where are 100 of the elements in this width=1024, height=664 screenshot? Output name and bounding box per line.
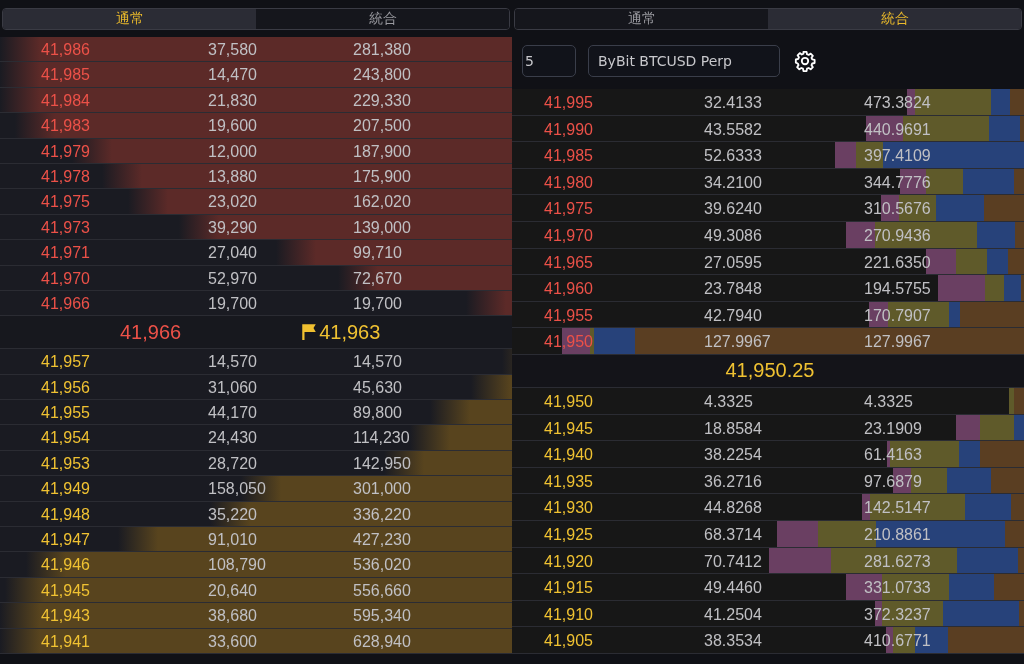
size-cell: 24,430 [208,428,257,448]
price-cell: 41,940 [544,445,593,465]
total-cell: 410.6771 [864,631,931,651]
view-tab[interactable]: 統合 [768,9,1021,29]
size-cell: 38.2254 [704,445,762,465]
price-cell: 41,985 [41,65,90,85]
size-cell: 91,010 [208,530,257,550]
size-cell: 52.6333 [704,146,762,166]
price-cell: 41,905 [544,631,593,651]
exchange-select[interactable]: ByBit BTCUSD Perp [588,45,780,77]
total-cell: 221.6350 [864,252,931,272]
size-cell: 14,470 [208,65,257,85]
price-cell: 41,947 [41,530,90,550]
total-cell: 45,630 [353,377,402,397]
flag-icon [301,323,318,342]
price-cell: 41,970 [41,268,90,288]
price-cell: 41,910 [544,604,593,624]
total-cell: 97.6879 [864,471,922,491]
size-cell: 31,060 [208,377,257,397]
price-cell: 41,957 [41,352,90,372]
size-cell: 68.3714 [704,524,762,544]
size-cell: 38,680 [208,606,257,626]
total-cell: 628,940 [353,631,411,651]
total-cell: 427,230 [353,530,411,550]
size-cell: 44,170 [208,403,257,423]
last-price: 41,966 [120,320,182,344]
size-cell: 13,880 [208,166,257,186]
size-cell: 49.3086 [704,225,762,245]
size-cell: 12,000 [208,141,257,161]
size-cell: 70.7412 [704,551,762,571]
total-cell: 243,800 [353,65,411,85]
size-cell: 36.2716 [704,471,762,491]
price-cell: 41,966 [41,293,90,313]
view-tab[interactable]: 通常 [3,9,256,29]
total-cell: 23.1909 [864,418,922,438]
size-cell: 158,050 [208,479,266,499]
total-cell: 162,020 [353,192,411,212]
price-cell: 41,970 [544,225,593,245]
total-cell: 170.7907 [864,305,931,325]
size-cell: 21,830 [208,90,257,110]
size-cell: 35,220 [208,504,257,524]
size-cell: 108,790 [208,555,266,575]
size-cell: 41.2504 [704,604,762,624]
size-cell: 42.7940 [704,305,762,325]
price-cell: 41,950 [544,391,593,411]
size-cell: 27,040 [208,243,257,263]
size-cell: 127.9967 [704,332,771,352]
size-cell: 27.0595 [704,252,762,272]
total-cell: 336,220 [353,504,411,524]
total-cell: 139,000 [353,217,411,237]
price-cell: 41,990 [544,119,593,139]
price-cell: 41,941 [41,631,90,651]
total-cell: 301,000 [353,479,411,499]
price-cell: 41,945 [544,418,593,438]
total-cell: 536,020 [353,555,411,575]
price-cell: 41,948 [41,504,90,524]
size-cell: 49.4460 [704,578,762,598]
total-cell: 310.5676 [864,199,931,219]
total-cell: 281.6273 [864,551,931,571]
price-cell: 41,960 [544,279,593,299]
price-cell: 41,915 [544,578,593,598]
total-cell: 229,330 [353,90,411,110]
price-cell: 41,956 [41,377,90,397]
size-cell: 38.3534 [704,631,762,651]
total-cell: 595,340 [353,606,411,626]
price-cell: 41,965 [544,252,593,272]
total-cell: 270.9436 [864,225,931,245]
price-cell: 41,946 [41,555,90,575]
total-cell: 4.3325 [864,391,913,411]
total-cell: 187,900 [353,141,411,161]
total-cell: 372.3237 [864,604,931,624]
price-cell: 41,935 [544,471,593,491]
size-cell: 39,290 [208,217,257,237]
total-cell: 556,660 [353,580,411,600]
price-cell: 41,930 [544,498,593,518]
total-cell: 19,700 [353,293,402,313]
price-cell: 41,953 [41,453,90,473]
total-cell: 114,230 [353,428,410,448]
total-cell: 281,380 [353,40,411,59]
price-cell: 41,979 [41,141,90,161]
size-cell: 18.8584 [704,418,762,438]
price-cell: 41,925 [544,524,593,544]
settings-icon[interactable] [794,50,816,72]
price-cell: 41,971 [41,243,90,263]
price-cell: 41,980 [544,172,593,192]
price-cell: 41,986 [41,40,90,59]
total-cell: 194.5755 [864,279,931,299]
size-cell: 43.5582 [704,119,762,139]
total-cell: 210.8861 [864,524,931,544]
price-cell: 41,995 [544,93,593,112]
total-cell: 207,500 [353,116,411,136]
total-cell: 473.3824 [864,93,931,112]
size-cell: 14,570 [208,352,257,372]
grouping-field[interactable]: 5 [522,45,576,77]
total-cell: 175,900 [353,166,411,186]
total-cell: 344.7776 [864,172,931,192]
size-cell: 39.6240 [704,199,762,219]
size-cell: 32.4133 [704,93,762,112]
size-cell: 19,700 [208,293,257,313]
price-cell: 41,949 [41,479,90,499]
